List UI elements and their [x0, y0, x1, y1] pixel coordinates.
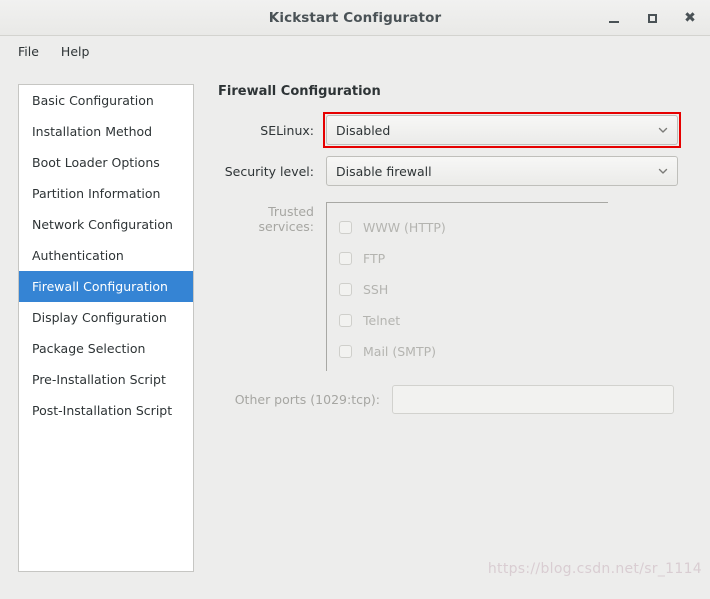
checkbox-telnet[interactable] — [339, 314, 352, 327]
trusted-service-item[interactable]: WWW (HTTP) — [339, 212, 608, 243]
minimize-button[interactable] — [602, 6, 626, 30]
close-button[interactable]: ✖ — [678, 6, 702, 30]
chevron-down-icon — [657, 165, 669, 177]
selinux-row: SELinux: Disabled — [216, 112, 696, 148]
selinux-value: Disabled — [336, 122, 391, 138]
security-level-dropdown-inner[interactable]: Disable firewall — [326, 156, 678, 186]
page-title: Firewall Configuration — [218, 84, 381, 99]
trusted-service-item[interactable]: Telnet — [339, 305, 608, 336]
close-icon: ✖ — [684, 10, 696, 26]
content-area: Basic Configuration Installation Method … — [0, 66, 710, 572]
sidebar-item-display-configuration[interactable]: Display Configuration — [19, 302, 193, 333]
checkbox-ftp[interactable] — [339, 252, 352, 265]
sidebar-item-authentication[interactable]: Authentication — [19, 240, 193, 271]
menu-item-file[interactable]: File — [10, 41, 47, 62]
sidebar-item-package-selection[interactable]: Package Selection — [19, 333, 193, 364]
trusted-service-item[interactable]: FTP — [339, 243, 608, 274]
window-controls: ✖ — [602, 0, 702, 36]
watermark-text: https://blog.csdn.net/sr_1114 — [487, 561, 702, 577]
security-level-value: Disable firewall — [336, 163, 432, 179]
security-level-row: Security level: Disable firewall — [216, 156, 696, 186]
title-bar: Kickstart Configurator ✖ — [0, 0, 710, 36]
trusted-service-label: FTP — [363, 251, 386, 266]
minimize-icon — [609, 20, 619, 23]
checkbox-mail-smtp[interactable] — [339, 345, 352, 358]
selinux-dropdown[interactable]: Disabled — [323, 112, 681, 148]
sidebar-item-basic-configuration[interactable]: Basic Configuration — [19, 85, 193, 116]
trusted-services-row: Trusted services: WWW (HTTP) FTP SSH Tel… — [216, 202, 696, 371]
menu-item-help[interactable]: Help — [53, 41, 98, 62]
other-ports-label: Other ports (1029:tcp): — [234, 392, 380, 407]
trusted-services-label: Trusted services: — [258, 204, 315, 234]
sidebar-item-partition-information[interactable]: Partition Information — [19, 178, 193, 209]
checkbox-ssh[interactable] — [339, 283, 352, 296]
sidebar-item-post-installation-script[interactable]: Post-Installation Script — [19, 395, 193, 426]
trusted-service-item[interactable]: Mail (SMTP) — [339, 336, 608, 367]
checkbox-www-http[interactable] — [339, 221, 352, 234]
chevron-down-icon — [657, 124, 669, 136]
trusted-service-label: Telnet — [363, 313, 401, 328]
menu-bar: File Help — [0, 36, 710, 66]
trusted-service-label: Mail (SMTP) — [363, 344, 437, 359]
security-level-label: Security level: — [224, 163, 314, 179]
maximize-icon — [647, 13, 657, 23]
sidebar-item-boot-loader-options[interactable]: Boot Loader Options — [19, 147, 193, 178]
trusted-services-frame: WWW (HTTP) FTP SSH Telnet Mail (SMTP) — [326, 202, 608, 371]
sidebar-item-installation-method[interactable]: Installation Method — [19, 116, 193, 147]
sidebar-item-network-configuration[interactable]: Network Configuration — [19, 209, 193, 240]
other-ports-input[interactable] — [392, 385, 674, 414]
sidebar-item-firewall-configuration[interactable]: Firewall Configuration — [19, 271, 193, 302]
trusted-service-label: SSH — [363, 282, 389, 297]
other-ports-row: Other ports (1029:tcp): — [216, 385, 696, 414]
maximize-button[interactable] — [640, 6, 664, 30]
window-title: Kickstart Configurator — [268, 9, 442, 26]
selinux-label: SELinux: — [260, 122, 314, 138]
trusted-service-label: WWW (HTTP) — [363, 220, 446, 235]
security-level-dropdown[interactable]: Disable firewall — [326, 156, 678, 186]
main-panel: Firewall Configuration SELinux: Disabled… — [194, 84, 696, 572]
trusted-service-item[interactable]: SSH — [339, 274, 608, 305]
selinux-dropdown-inner[interactable]: Disabled — [326, 115, 678, 145]
sidebar-list[interactable]: Basic Configuration Installation Method … — [18, 84, 194, 572]
sidebar-item-pre-installation-script[interactable]: Pre-Installation Script — [19, 364, 193, 395]
